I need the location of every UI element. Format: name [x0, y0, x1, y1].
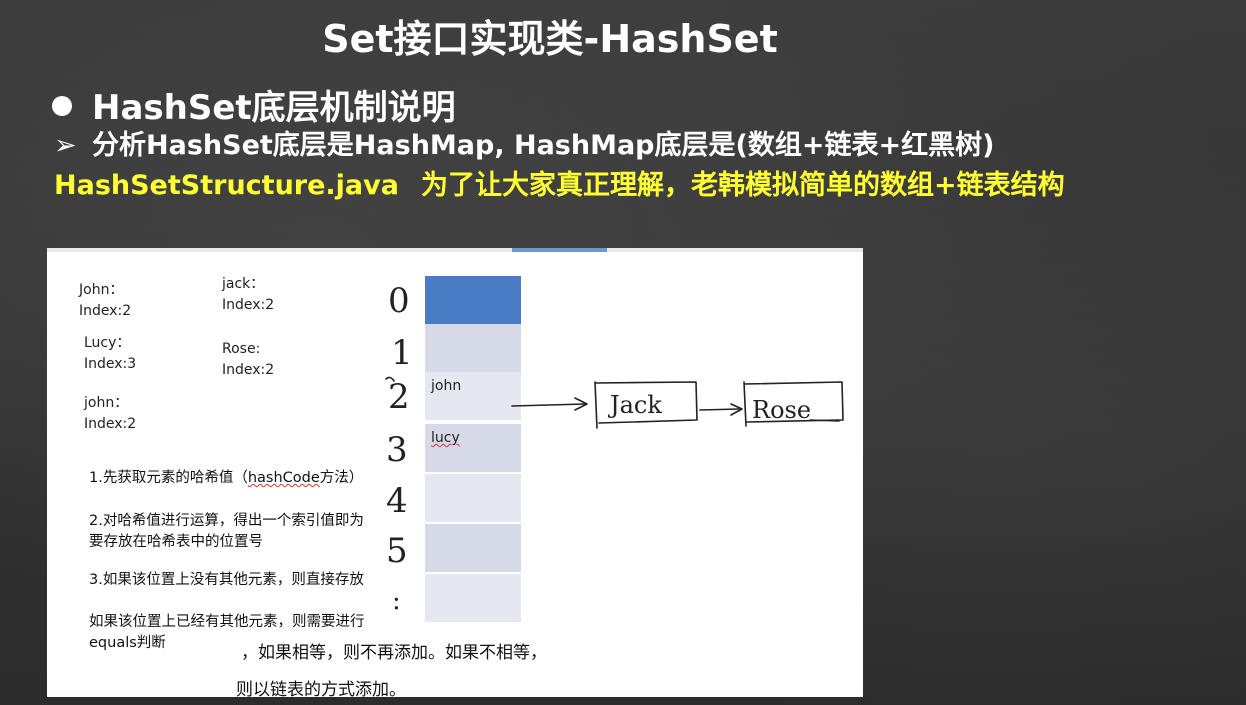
chain-jack: Jack — [607, 391, 662, 419]
box-jack-left — [594, 381, 598, 429]
file-description: HashSetStructure.java 为了让大家真正理解，老韩模拟简单的数组… — [54, 163, 1065, 202]
diagram-panel: John： Index:2 jack： Index:2 Lucy： Index:… — [47, 248, 863, 697]
arrow-bullet-icon: ➢ — [54, 130, 77, 161]
bullet-dot-icon — [52, 95, 72, 116]
file-desc-text: 为了让大家真正理解，老韩模拟简单的数组+链表结构 — [420, 170, 1065, 201]
arrow-john-jack-shaft — [511, 403, 586, 407]
chain-rose: Rose — [752, 396, 811, 424]
bullet-heading: HashSet底层机制说明 — [52, 80, 456, 129]
linked-list-drawing: Jack Rose — [385, 376, 844, 429]
box-rose-left — [743, 381, 747, 427]
bullet-heading-text: HashSet底层机制说明 — [92, 88, 456, 128]
arrow-jack-rose-shaft — [699, 408, 740, 411]
index-2-tick — [385, 376, 395, 382]
rose-underline — [809, 419, 840, 422]
slide-title: Set接口实现类-HashSet — [322, 17, 778, 61]
file-name: HashSetStructure.java — [54, 170, 399, 201]
sub-heading-text: 分析HashSet底层是HashMap, HashMap底层是(数组+链表+红黑… — [92, 130, 995, 161]
sub-heading: ➢ 分析HashSet底层是HashMap, HashMap底层是(数组+链表+… — [54, 123, 994, 162]
